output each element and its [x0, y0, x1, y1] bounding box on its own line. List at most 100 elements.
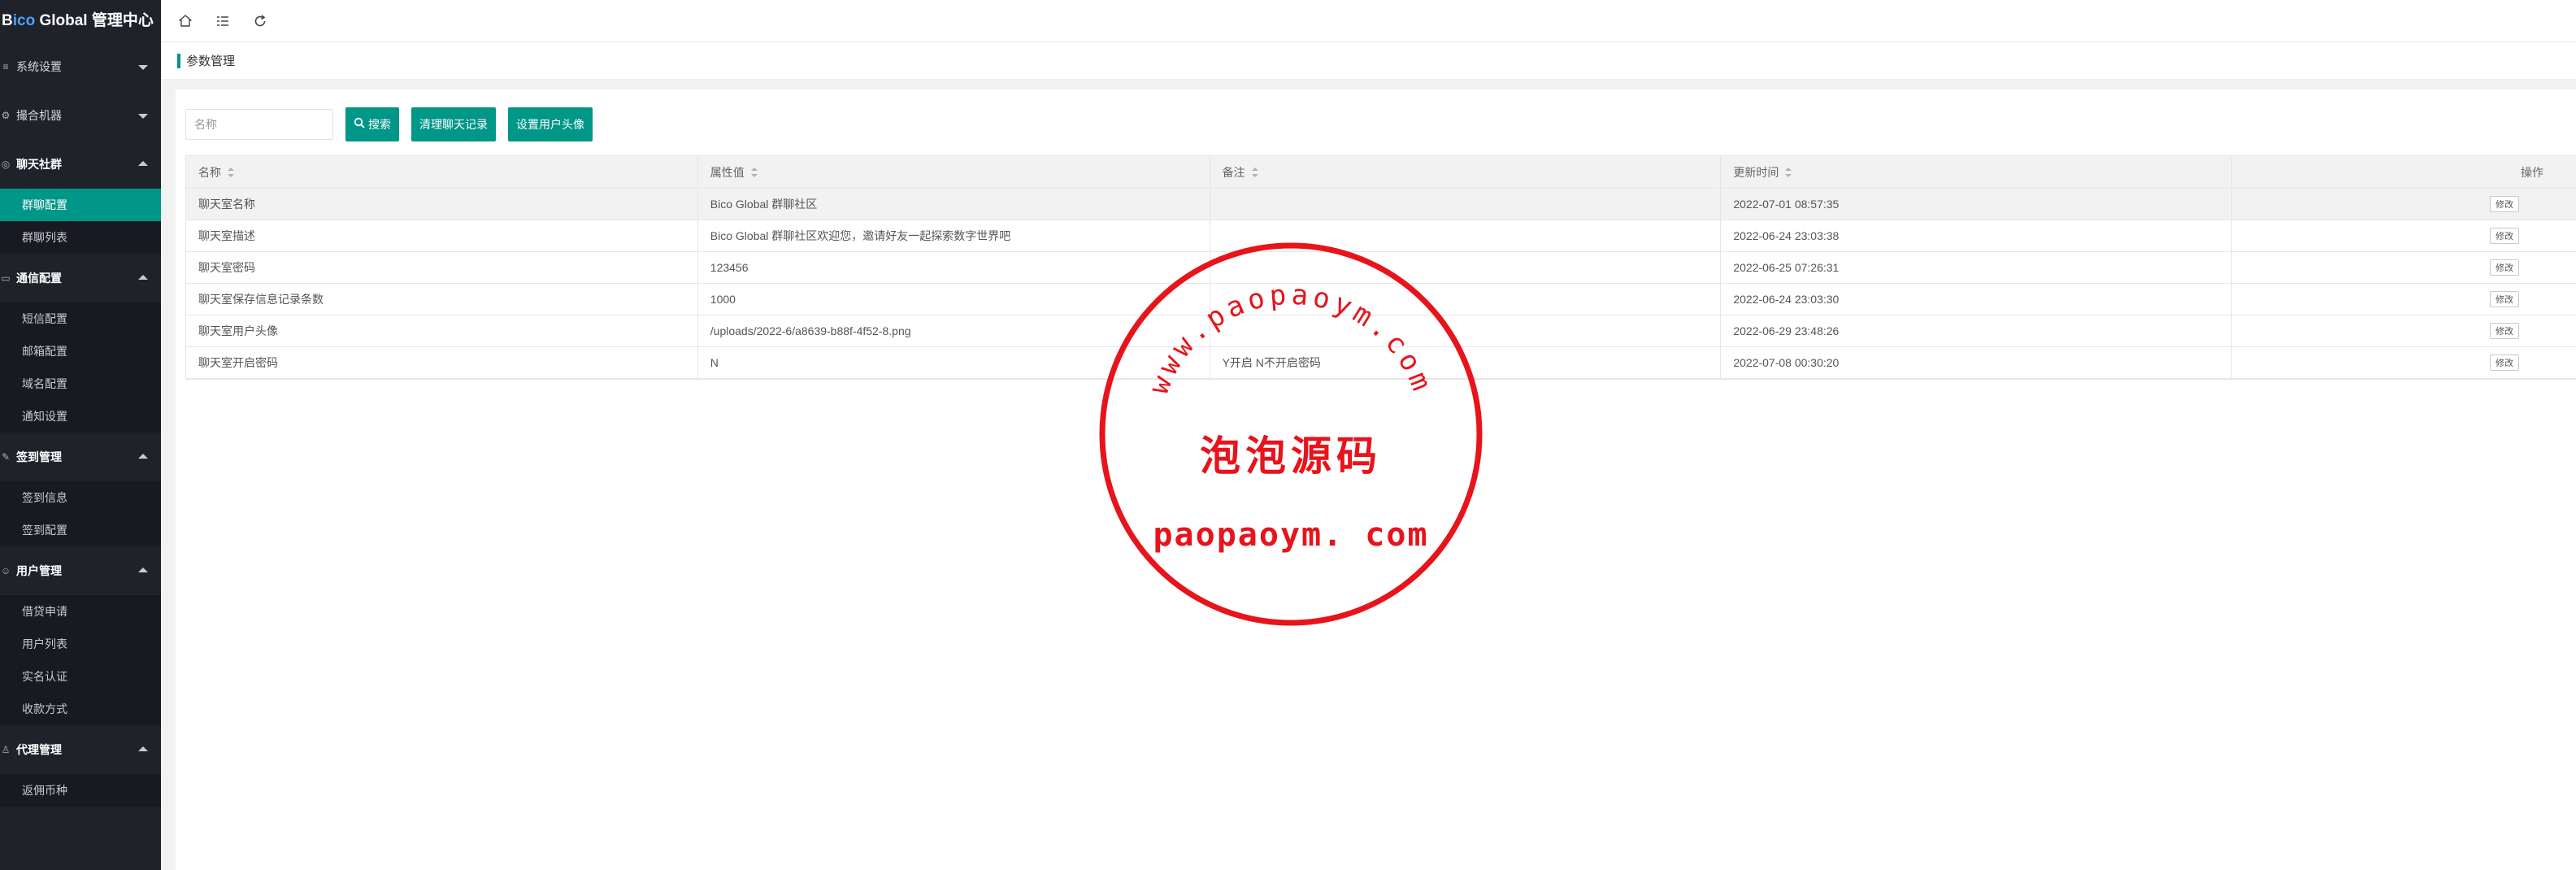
sidebar-group-label: 撮合机器: [16, 109, 62, 122]
sidebar-submenu-comms: 短信配置 邮箱配置 域名配置 通知设置: [0, 302, 161, 433]
phone-icon: ▭: [1, 272, 11, 284]
chevron-up-icon: [138, 161, 148, 166]
cell-name: 聊天室用户头像: [186, 315, 698, 346]
cell-actions: 修改: [2232, 284, 2576, 315]
sidebar-item-loan-apply[interactable]: 借贷申请: [0, 595, 161, 628]
sidebar-group-users[interactable]: ☺ 用户管理: [0, 546, 161, 595]
sidebar-group-comms[interactable]: ▭ 通信配置: [0, 254, 161, 302]
search-button[interactable]: 搜索: [345, 107, 399, 141]
sort-icon[interactable]: [228, 167, 234, 177]
set-avatar-button[interactable]: 设置用户头像: [508, 107, 593, 141]
header-name[interactable]: 名称: [186, 156, 698, 188]
cell-name: 聊天室名称: [186, 189, 698, 220]
watermark-stamp: www.paopaoym.com 泡泡源码 paopaoym. com: [1099, 242, 1483, 626]
header-actions: 操作: [2521, 165, 2543, 179]
cell-name: 聊天室开启密码: [186, 347, 698, 378]
cell-actions: 修改: [2232, 315, 2576, 346]
search-icon: [354, 117, 365, 132]
cell-name: 聊天室保存信息记录条数: [186, 284, 698, 315]
sidebar-group-label: 系统设置: [16, 60, 62, 73]
sidebar-item-kyc[interactable]: 实名认证: [0, 660, 161, 693]
chevron-down-icon: [138, 65, 148, 70]
header-updated[interactable]: 更新时间: [1721, 156, 2233, 188]
chevron-up-icon: [138, 275, 148, 280]
checkin-icon: ✎: [1, 451, 11, 463]
sidebar-item-checkin-info[interactable]: 签到信息: [0, 481, 161, 514]
sidebar-group-agents[interactable]: ♙ 代理管理: [0, 725, 161, 774]
edit-button[interactable]: 修改: [2490, 259, 2519, 276]
home-icon[interactable]: [167, 0, 204, 42]
edit-button[interactable]: 修改: [2490, 196, 2519, 212]
settings-icon: ≡: [2, 61, 9, 72]
sidebar-item-group-list[interactable]: 群聊列表: [0, 221, 161, 254]
watermark-bottom-text: paopaoym. com: [1153, 516, 1428, 554]
edit-button[interactable]: 修改: [2490, 291, 2519, 307]
table-header: 名称 属性值 备注 更新时间 操作: [186, 156, 2576, 189]
header-value[interactable]: 属性值: [698, 156, 1210, 188]
edit-button[interactable]: 修改: [2490, 323, 2519, 339]
sort-icon[interactable]: [750, 167, 758, 177]
header-remark[interactable]: 备注: [1210, 156, 1722, 188]
robot-icon: ⚙: [1, 110, 11, 121]
sidebar-group-label: 签到管理: [16, 450, 62, 463]
cell-remark: [1210, 189, 1722, 220]
sidebar-item-notify-settings[interactable]: 通知设置: [0, 400, 161, 433]
cell-value: Bico Global 群聊社区: [698, 189, 1210, 220]
sidebar-item-group-config[interactable]: 群聊配置: [0, 189, 161, 221]
cell-actions: 修改: [2232, 347, 2576, 378]
sidebar-item-user-list[interactable]: 用户列表: [0, 628, 161, 660]
cell-updated: 2022-06-29 23:48:26: [1721, 315, 2233, 346]
clear-chat-button[interactable]: 清理聊天记录: [411, 107, 496, 141]
app-logo[interactable]: Bico Global 管理中心: [0, 0, 161, 42]
chevron-up-icon: [138, 746, 148, 751]
table-row[interactable]: 聊天室名称 Bico Global 群聊社区 2022-07-01 08:57:…: [186, 189, 2576, 220]
chevron-down-icon: [138, 114, 148, 119]
sidebar-group-chat[interactable]: ◎ 聊天社群: [0, 140, 161, 189]
sidebar-group-label: 代理管理: [16, 743, 62, 756]
sidebar-group-checkin[interactable]: ✎ 签到管理: [0, 433, 161, 481]
breadcrumb-accent-bar: [177, 53, 180, 68]
name-search-input[interactable]: [185, 109, 333, 140]
chevron-up-icon: [138, 568, 148, 572]
search-button-label: 搜索: [368, 118, 391, 131]
sidebar-item-email-config[interactable]: 邮箱配置: [0, 335, 161, 368]
sidebar-item-payment-methods[interactable]: 收款方式: [0, 693, 161, 725]
cell-name: 聊天室描述: [186, 220, 698, 251]
sidebar-item-rebate-currency[interactable]: 返佣币种: [0, 774, 161, 807]
search-toolbar: 搜索 清理聊天记录 设置用户头像: [185, 107, 593, 141]
breadcrumb: 参数管理: [161, 42, 2576, 80]
watermark-arc-text: www.paopaoym.com: [1143, 279, 1440, 399]
cell-updated: 2022-07-01 08:57:35: [1721, 189, 2233, 220]
sidebar-submenu-users: 借贷申请 用户列表 实名认证 收款方式: [0, 595, 161, 725]
edit-button[interactable]: 修改: [2490, 228, 2519, 244]
sidebar-submenu-checkin: 签到信息 签到配置: [0, 481, 161, 546]
cell-updated: 2022-06-24 23:03:30: [1721, 284, 2233, 315]
chat-icon: ◎: [1, 159, 11, 170]
sidebar-group-matching[interactable]: ⚙ 撮合机器: [0, 91, 161, 140]
edit-button[interactable]: 修改: [2490, 355, 2519, 371]
sidebar-submenu-agents: 返佣币种: [0, 774, 161, 807]
cell-actions: 修改: [2232, 252, 2576, 283]
sidebar-group-label: 通信配置: [16, 272, 62, 285]
sidebar-group-system[interactable]: ≡ 系统设置: [0, 42, 161, 91]
sort-icon[interactable]: [1785, 167, 1792, 177]
page-title: 参数管理: [186, 54, 236, 68]
cell-updated: 2022-07-08 00:30:20: [1721, 347, 2233, 378]
sidebar-item-checkin-config[interactable]: 签到配置: [0, 514, 161, 546]
sidebar-group-label: 用户管理: [16, 564, 62, 577]
agent-icon: ♙: [1, 744, 11, 755]
cell-updated: 2022-06-24 23:03:38: [1721, 220, 2233, 251]
list-toggle-icon[interactable]: [204, 0, 241, 42]
refresh-icon[interactable]: [241, 0, 279, 42]
watermark-center-text: 泡泡源码: [1200, 432, 1382, 480]
sidebar-item-domain-config[interactable]: 域名配置: [0, 368, 161, 400]
sort-icon[interactable]: [1251, 167, 1258, 177]
top-bar: [161, 0, 2576, 42]
cell-actions: 修改: [2232, 189, 2576, 220]
sidebar-item-sms-config[interactable]: 短信配置: [0, 302, 161, 335]
sidebar: Bico Global 管理中心 ≡ 系统设置 ⚙ 撮合机器 ◎ 聊天社群 群聊…: [0, 0, 161, 870]
sidebar-submenu-chat: 群聊配置 群聊列表: [0, 189, 161, 254]
cell-name: 聊天室密码: [186, 252, 698, 283]
cell-updated: 2022-06-25 07:26:31: [1721, 252, 2233, 283]
sidebar-group-label: 聊天社群: [16, 158, 62, 171]
